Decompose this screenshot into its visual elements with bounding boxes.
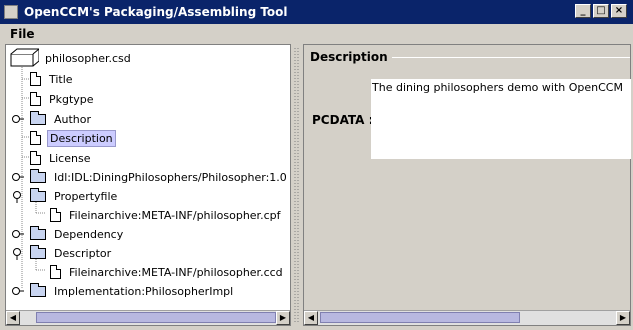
close-button[interactable]: × <box>611 4 627 18</box>
expand-toggle-author[interactable] <box>12 114 24 124</box>
menu-bar: File <box>0 24 633 44</box>
app-icon <box>4 5 18 19</box>
document-icon <box>30 131 41 145</box>
tree-item-label: Implementation:PhilosopherImpl <box>54 284 234 298</box>
pcdata-label: PCDATA : <box>312 113 374 127</box>
title-bar: OpenCCM's Packaging/Assembling Tool _ □ … <box>0 0 633 24</box>
tree-item-descriptor[interactable]: Descriptor <box>30 244 113 261</box>
expand-toggle-implementation[interactable] <box>12 286 24 296</box>
tree-item-description[interactable]: Description <box>30 129 116 147</box>
scroll-thumb[interactable] <box>320 312 520 323</box>
tree-item-label: Dependency <box>54 227 124 241</box>
tree-item-idl[interactable]: Idl:IDL:DiningPhilosophers/Philosopher:1… <box>30 168 289 185</box>
folder-icon <box>30 168 46 183</box>
folder-icon <box>30 187 46 202</box>
tree-item-label: Fileinarchive:META-INF/philosopher.cpf <box>69 208 281 222</box>
folder-icon <box>30 225 46 240</box>
group-border <box>384 57 630 58</box>
tree-item-label: License <box>49 151 91 165</box>
folder-icon <box>30 282 46 297</box>
pcdata-value: The dining philosophers demo with OpenCC… <box>372 81 623 94</box>
scroll-thumb[interactable] <box>36 312 276 323</box>
split-pane-divider[interactable] <box>292 44 302 326</box>
box-icon <box>10 48 39 67</box>
tree-item-propertyfile[interactable]: Propertyfile <box>30 187 119 204</box>
tree-item-label: Description <box>47 129 116 147</box>
tree-item-implementation[interactable]: Implementation:PhilosopherImpl <box>30 282 235 299</box>
collapse-toggle-descriptor[interactable] <box>12 248 22 260</box>
tree-item-fileinarchive-ccd[interactable]: Fileinarchive:META-INF/philosopher.ccd <box>50 264 285 280</box>
tree-item-label: Idl:IDL:DiningPhilosophers/Philosopher:1… <box>54 170 287 184</box>
maximize-button[interactable]: □ <box>593 4 609 18</box>
document-icon <box>50 208 61 222</box>
folder-icon <box>30 244 46 259</box>
tree-item-author[interactable]: Author <box>30 110 93 127</box>
group-title: Description <box>310 50 392 64</box>
grip-dots-icon <box>294 48 299 322</box>
tree-item-dependency[interactable]: Dependency <box>30 225 125 242</box>
menu-file[interactable]: File <box>10 27 35 41</box>
tree-panel[interactable]: philosopher.csd Title Pkgtype Author Des… <box>5 44 291 326</box>
tree-item-label: Author <box>54 112 92 126</box>
detail-horizontal-scrollbar[interactable]: ◀ ▶ <box>304 310 630 325</box>
document-icon <box>30 92 41 106</box>
scroll-left-arrow-icon[interactable]: ◀ <box>6 311 20 325</box>
tree-item-label: Propertyfile <box>54 189 118 203</box>
tree-root[interactable]: philosopher.csd <box>9 48 133 67</box>
tree-item-label: Title <box>49 72 73 86</box>
scroll-right-arrow-icon[interactable]: ▶ <box>616 311 630 325</box>
scroll-left-arrow-icon[interactable]: ◀ <box>304 311 318 325</box>
tree-item-label: Pkgtype <box>49 92 94 106</box>
pcdata-textarea[interactable]: The dining philosophers demo with OpenCC… <box>371 79 631 159</box>
tree-item-license[interactable]: License <box>30 150 92 166</box>
window-controls: _ □ × <box>575 4 627 18</box>
tree-item-title[interactable]: Title <box>30 71 75 87</box>
detail-panel: Description PCDATA : The dining philosop… <box>303 44 631 326</box>
tree-horizontal-scrollbar[interactable]: ◀ ▶ <box>6 310 290 325</box>
folder-icon <box>30 110 46 125</box>
scroll-right-arrow-icon[interactable]: ▶ <box>276 311 290 325</box>
tree-item-fileinarchive-cpf[interactable]: Fileinarchive:META-INF/philosopher.cpf <box>50 207 282 223</box>
window-title: OpenCCM's Packaging/Assembling Tool <box>24 5 288 19</box>
minimize-button[interactable]: _ <box>575 4 591 18</box>
document-icon <box>30 151 41 165</box>
tree-root-label: philosopher.csd <box>45 51 131 65</box>
tree-item-label: Fileinarchive:META-INF/philosopher.ccd <box>69 265 283 279</box>
document-icon <box>50 265 61 279</box>
expand-toggle-idl[interactable] <box>12 172 24 182</box>
collapse-toggle-propertyfile[interactable] <box>12 191 22 203</box>
tree-item-pkgtype[interactable]: Pkgtype <box>30 91 96 107</box>
expand-toggle-dependency[interactable] <box>12 229 24 239</box>
tree-item-label: Descriptor <box>54 246 112 260</box>
document-icon <box>30 72 41 86</box>
